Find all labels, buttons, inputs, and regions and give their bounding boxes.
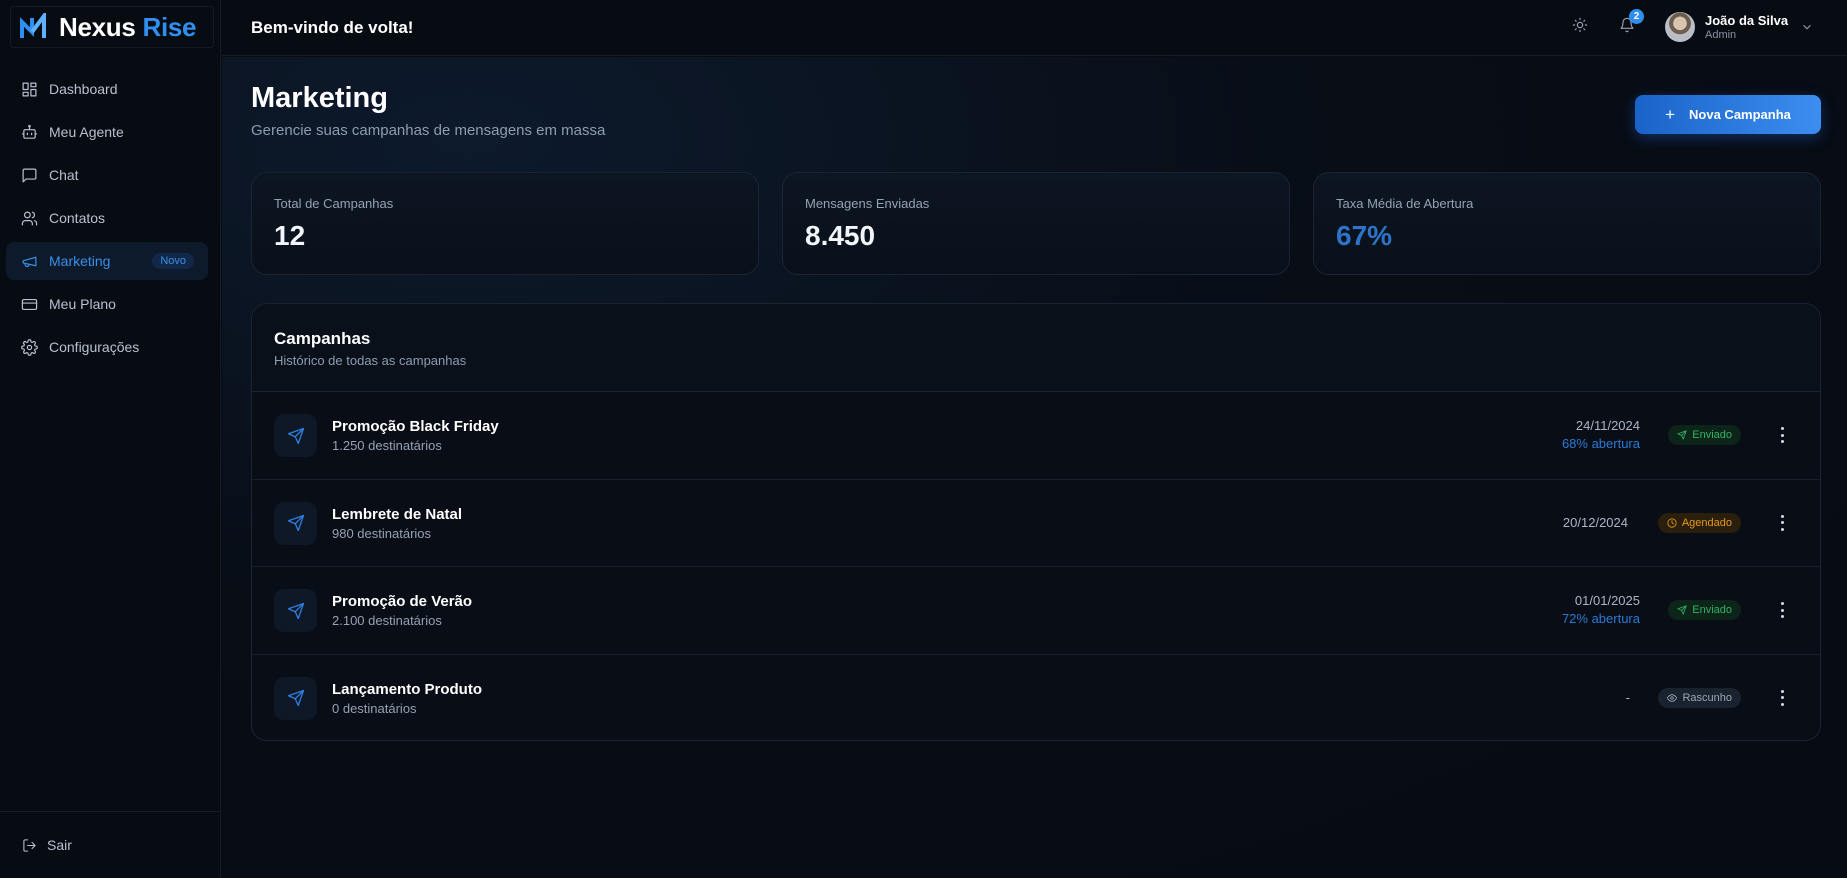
campaign-name: Lembrete de Natal [332, 505, 463, 523]
send-icon [274, 414, 317, 457]
new-badge: Novo [152, 253, 194, 269]
new-campaign-button[interactable]: + Nova Campanha [1635, 95, 1821, 134]
more-options-icon[interactable] [1780, 602, 1784, 618]
logout-button[interactable]: Sair [22, 837, 72, 853]
sun-icon [1572, 17, 1588, 33]
sidebar-item-meu-agente[interactable]: Meu Agente [6, 113, 208, 151]
campaign-open-rate: 72% abertura [1561, 611, 1640, 626]
status-badge: Enviado [1668, 600, 1741, 620]
status-badge: Enviado [1668, 425, 1741, 445]
logout-icon [23, 838, 36, 852]
brand-logo[interactable]: Nexus Rise [10, 6, 214, 48]
campaigns-header: Campanhas Histórico de todas as campanha… [252, 304, 1820, 392]
sidebar-item-label: Configurações [49, 339, 140, 355]
campaign-row[interactable]: Lembrete de Natal 980 destinatários 20/1… [252, 480, 1820, 567]
stat-label: Total de Campanhas [274, 196, 394, 211]
campaign-name: Lançamento Produto [332, 680, 483, 698]
campaign-recipients: 0 destinatários [332, 700, 417, 716]
stat-card-total-campaigns: Total de Campanhas 12 [251, 172, 759, 275]
theme-toggle-button[interactable] [1572, 17, 1592, 37]
stat-card-messages-sent: Mensagens Enviadas 8.450 [782, 172, 1290, 275]
sidebar-item-marketing[interactable]: Marketing Novo [6, 242, 208, 280]
dashboard-icon [22, 82, 37, 96]
user-menu[interactable]: João da Silva Admin [1665, 12, 1814, 42]
eye-icon [1667, 693, 1678, 702]
campaign-name: Promoção Black Friday [332, 418, 499, 435]
avatar [1665, 12, 1695, 42]
campaign-date: 01/01/2025 [1574, 593, 1640, 608]
send-icon [1677, 605, 1687, 615]
campaign-date: 24/11/2024 [1575, 418, 1640, 433]
sidebar-item-configuracoes[interactable]: Configurações [6, 328, 208, 366]
stat-value: 67% [1336, 220, 1393, 251]
campaign-date: - [1625, 689, 1630, 705]
campaign-date: 20/12/2024 [1562, 514, 1628, 530]
campaign-row[interactable]: Lançamento Produto 0 destinatários - Ras… [252, 655, 1820, 741]
notification-count-badge: 2 [1629, 9, 1644, 24]
stat-value: 8.450 [805, 220, 876, 251]
stat-value: 12 [274, 220, 306, 251]
notifications-button[interactable]: 2 [1619, 9, 1644, 37]
more-options-icon[interactable] [1780, 689, 1784, 706]
credit-card-icon [21, 298, 38, 310]
user-role: Admin [1705, 28, 1737, 41]
campaign-row[interactable]: Promoção de Verão 2.100 destinatários 01… [252, 567, 1820, 655]
campaign-open-rate: 68% abertura [1561, 436, 1640, 451]
more-options-icon[interactable] [1780, 427, 1784, 443]
send-icon [274, 676, 317, 720]
sidebar-item-chat[interactable]: Chat [6, 156, 208, 194]
plus-icon: + [1665, 104, 1676, 124]
send-icon [274, 501, 317, 545]
campaigns-panel: Campanhas Histórico de todas as campanha… [251, 303, 1821, 741]
stat-label: Mensagens Enviadas [805, 196, 930, 211]
campaign-row[interactable]: Promoção Black Friday 1.250 destinatário… [252, 392, 1820, 480]
sidebar-nav: Dashboard Meu Agente Chat Contatos Marke… [6, 70, 208, 371]
sidebar-item-label: Chat [49, 167, 79, 183]
stat-label: Taxa Média de Abertura [1336, 196, 1474, 211]
sidebar-item-label: Marketing [49, 253, 111, 269]
topbar: Bem-vindo de volta! 2 João da Silva Admi… [222, 0, 1847, 56]
megaphone-icon [22, 256, 37, 267]
campaigns-subtitle: Histórico de todas as campanhas [274, 353, 467, 368]
status-badge: Agendado [1657, 512, 1741, 533]
bot-icon [21, 124, 38, 139]
stat-card-open-rate: Taxa Média de Abertura 67% [1313, 172, 1821, 275]
campaign-recipients: 1.250 destinatários [332, 438, 442, 453]
campaign-recipients: 980 destinatários [332, 525, 432, 541]
page-title: Marketing [251, 82, 388, 114]
sidebar-footer: Sair [0, 811, 221, 878]
brand-name: Nexus Rise [59, 11, 197, 42]
status-badge: Rascunho [1658, 687, 1741, 708]
sidebar-item-meu-plano[interactable]: Meu Plano [6, 285, 208, 323]
campaign-name: Promoção de Verão [332, 593, 473, 610]
sidebar: Nexus Rise Dashboard Meu Agente Chat Con… [0, 0, 221, 878]
user-name: João da Silva [1705, 12, 1789, 28]
new-campaign-label: Nova Campanha [1689, 107, 1791, 122]
gear-icon [21, 338, 38, 356]
send-icon [1677, 430, 1687, 440]
welcome-text: Bem-vindo de volta! [251, 18, 414, 37]
sidebar-item-label: Contatos [49, 210, 106, 226]
more-options-icon[interactable] [1780, 514, 1784, 531]
chevron-down-icon [1803, 24, 1811, 30]
send-icon [274, 589, 317, 632]
sidebar-item-contatos[interactable]: Contatos [6, 199, 208, 237]
logout-label: Sair [47, 837, 72, 853]
campaign-recipients: 2.100 destinatários [332, 613, 442, 628]
users-icon [21, 211, 38, 225]
sidebar-item-label: Meu Plano [49, 296, 116, 312]
chat-icon [22, 168, 37, 182]
sidebar-item-label: Dashboard [49, 81, 118, 97]
sidebar-item-label: Meu Agente [49, 124, 124, 140]
page-subtitle: Gerencie suas campanhas de mensagens em … [251, 122, 606, 139]
campaigns-title: Campanhas [274, 329, 371, 348]
sidebar-item-dashboard[interactable]: Dashboard [6, 70, 208, 108]
clock-icon [1667, 517, 1677, 528]
nexus-logo-icon [20, 13, 46, 38]
